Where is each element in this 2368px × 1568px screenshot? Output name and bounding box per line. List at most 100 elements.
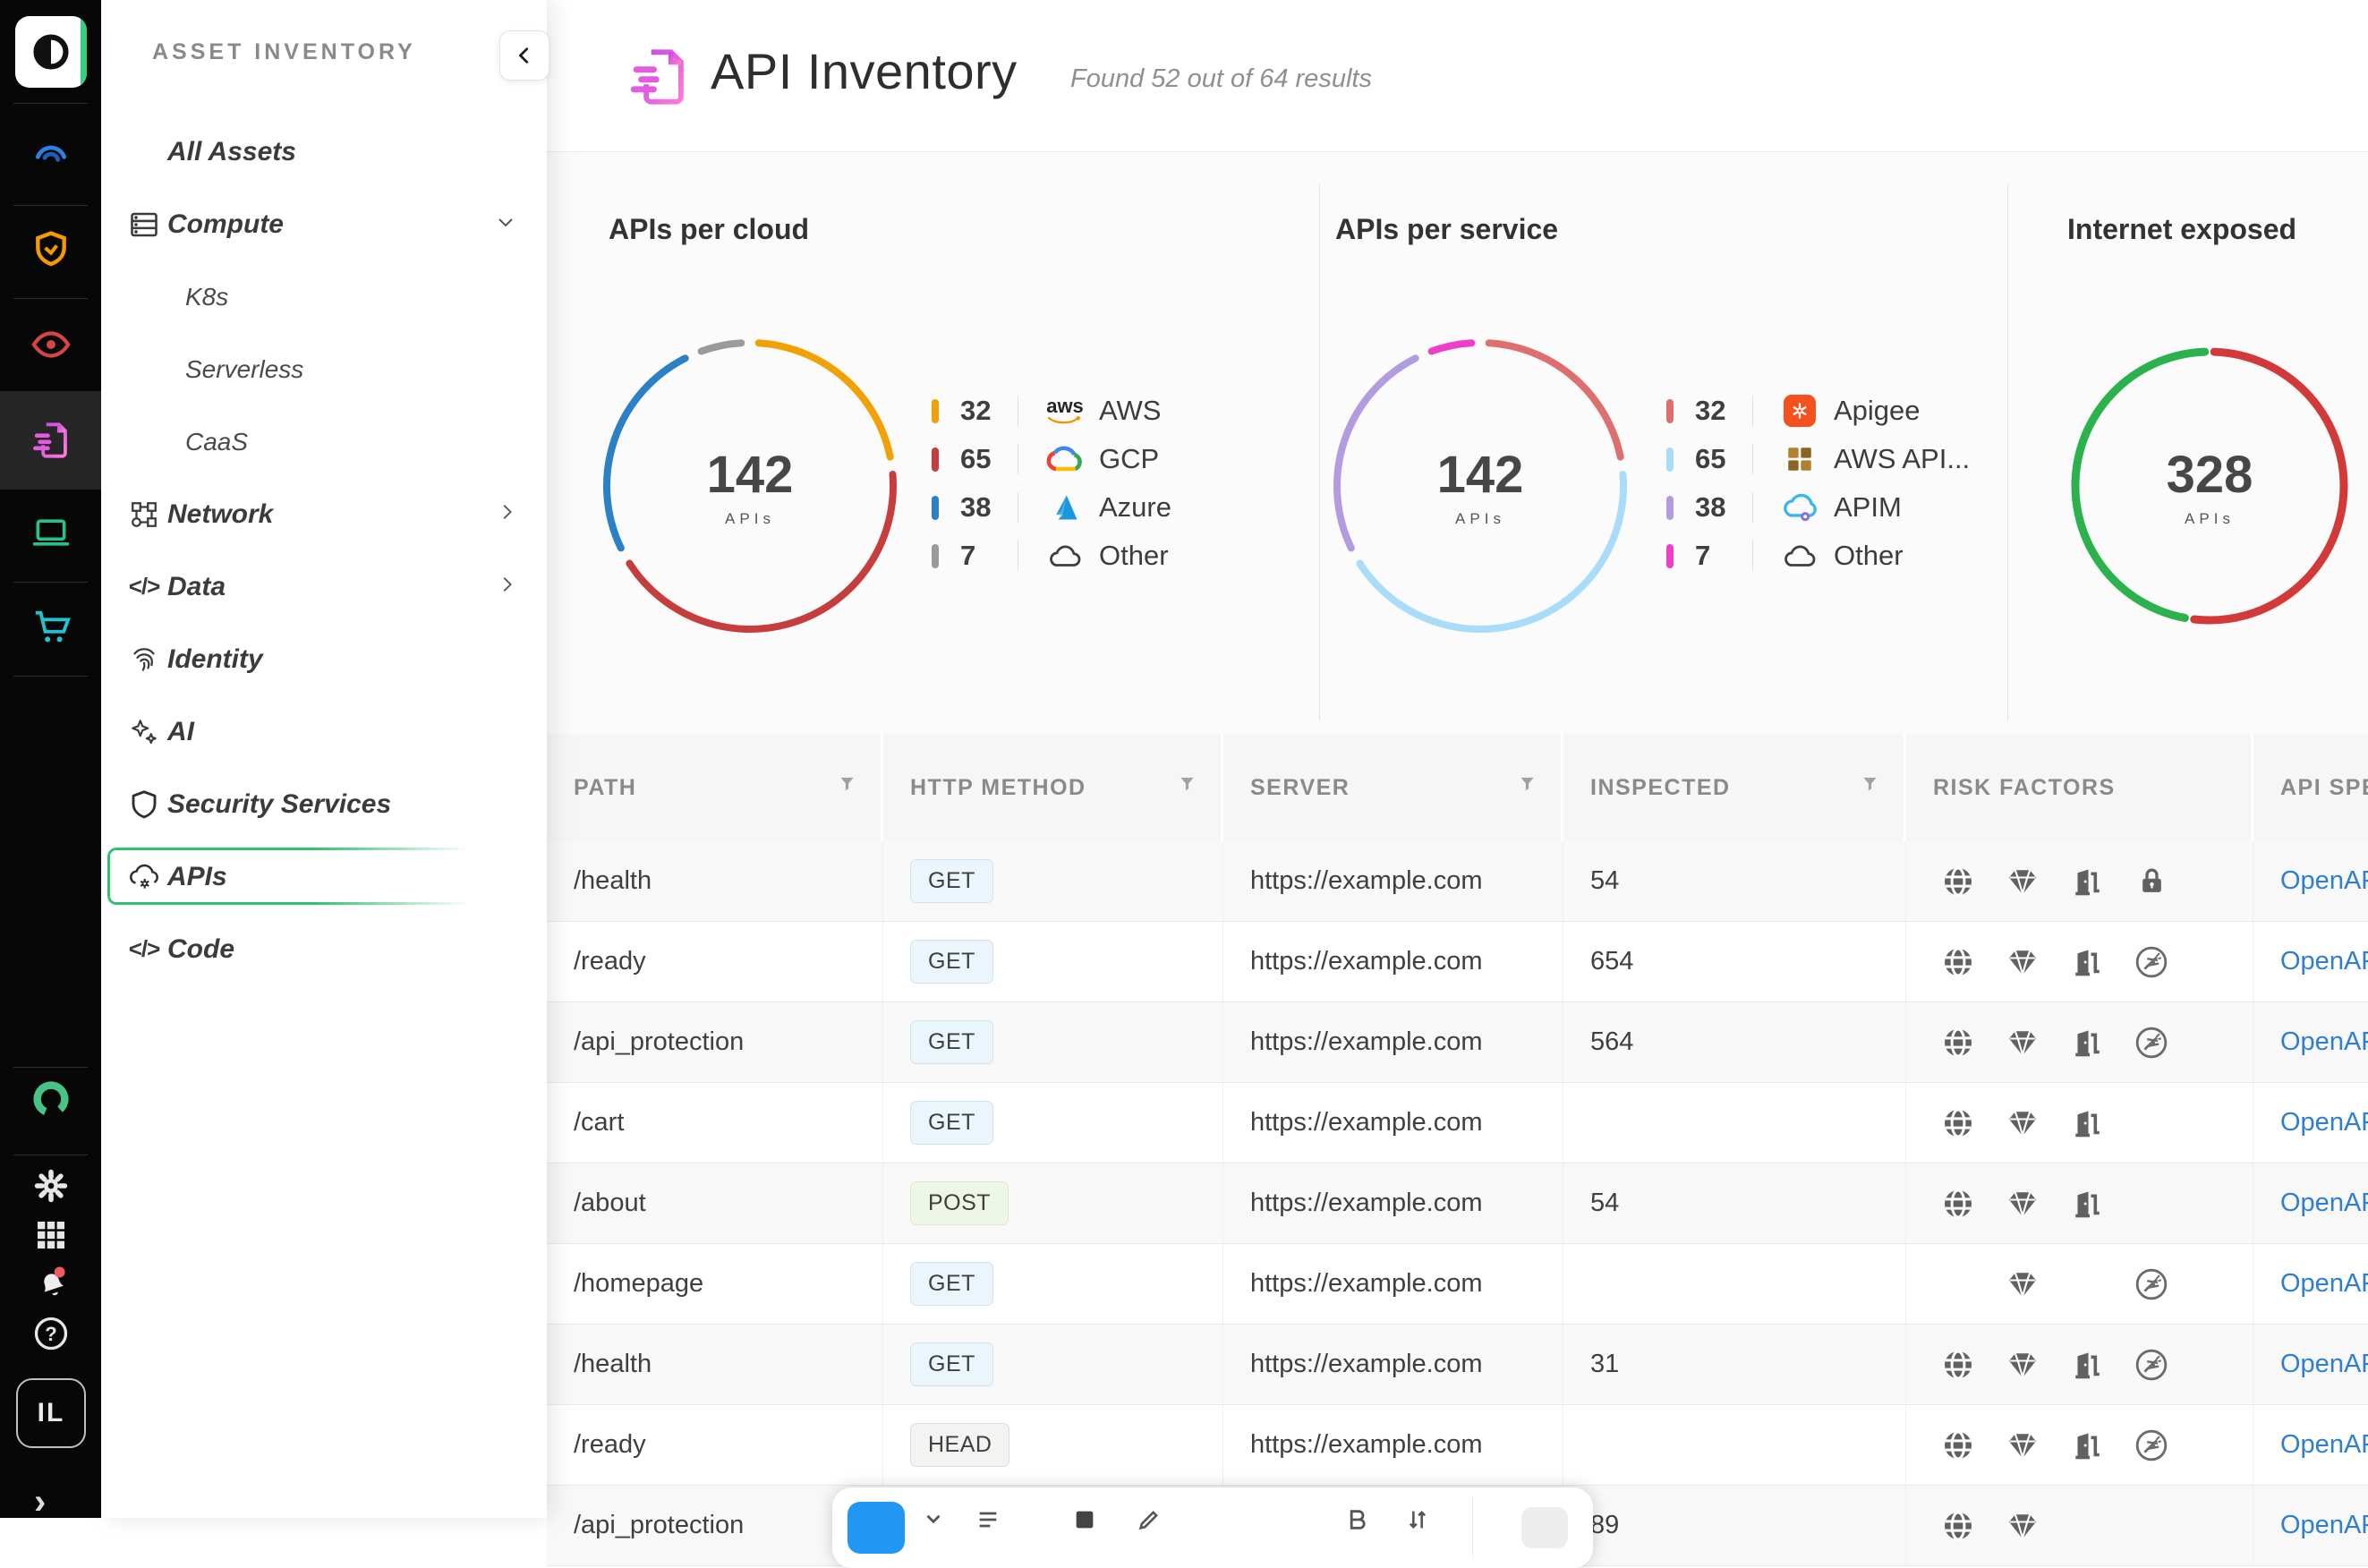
table-row[interactable]: /healthGEThttps://example.com54OpenAP [547,841,2368,922]
ring-green-icon [30,1078,72,1120]
cell-inspected [1563,1083,1906,1163]
list-icon[interactable] [975,1507,1001,1537]
sidebar-item-compute[interactable]: Compute [101,188,547,260]
bold-icon[interactable] [1344,1507,1369,1537]
http-method-badge: GET [910,1342,993,1386]
sidebar-item-caas[interactable]: CaaS [101,405,547,478]
api-spec-link[interactable]: OpenAP [2280,1108,2368,1138]
edit-icon[interactable] [1137,1507,1162,1537]
api-spec-link[interactable]: OpenAP [2280,1027,2368,1057]
table-row[interactable]: /aboutPOSThttps://example.com54OpenAP [547,1163,2368,1244]
legend-label: Azure [1099,491,1171,524]
sidebar-item-data[interactable]: </>Data [101,550,547,623]
door-risk-icon [2055,1107,2119,1139]
sparkles-icon [125,717,163,747]
aws-icon: aws [1042,396,1088,426]
gem-risk-icon [1990,1510,2055,1542]
table-row[interactable]: /healthGEThttps://example.com31OpenAP [547,1325,2368,1405]
api-spec-link[interactable]: OpenAP [2280,947,2368,976]
sidebar-item-code[interactable]: </>Code [101,913,547,985]
sidebar-item-network[interactable]: Network [101,478,547,550]
table-row[interactable]: /readyHEADhttps://example.comOpenAP [547,1405,2368,1486]
chevron-right-icon[interactable] [497,502,516,526]
cell-api-spec: OpenAP [2253,1244,2368,1324]
apim-icon [1776,491,1823,524]
eye-red-icon [30,324,72,365]
network-icon [125,499,163,530]
sidebar-item-ai[interactable]: AI [101,695,547,768]
rail-item-shield[interactable] [0,213,101,285]
rail-item-rainbow-arc[interactable] [0,115,101,186]
gem-risk-icon [1990,946,2055,978]
legend-color-chip [1666,447,1674,472]
api-spec-link[interactable]: OpenAP [2280,1430,2368,1460]
sidebar-item-security-services[interactable]: Security Services [101,768,547,840]
rail-item-help[interactable]: ? [0,1298,101,1369]
api-spec-link[interactable]: OpenAP [2280,866,2368,896]
legend-label: AWS API... [1834,443,1970,475]
bell-icon [32,1263,70,1300]
table-row[interactable]: /cartGEThttps://example.comOpenAP [547,1083,2368,1163]
cell-method: GET [883,1083,1223,1163]
api-spec-link[interactable]: OpenAP [2280,1350,2368,1379]
filter-funnel-icon[interactable] [837,774,857,801]
rail-item-laptop[interactable] [0,497,101,568]
table-row[interactable]: /api_protectionGEThttps://example.com564… [547,1002,2368,1083]
avatar[interactable]: IL [16,1378,86,1448]
column-header-label: API SPE [2280,775,2368,801]
api-spec-link[interactable]: OpenAP [2280,1189,2368,1218]
sidebar-item-apis[interactable]: APIs [101,840,547,913]
legend-label: Apigee [1834,395,1921,427]
sidebar-item-k8s[interactable]: K8s [101,260,547,333]
sidebar-item-identity[interactable]: Identity [101,623,547,695]
api-spec-link[interactable]: OpenAP [2280,1511,2368,1540]
api-spec-link[interactable]: OpenAP [2280,1269,2368,1299]
legend-item: 38Azure [932,483,1171,532]
chart-title: APIs per service [1335,213,1558,246]
sidebar-collapse-button[interactable] [499,30,549,81]
cloud-gear-icon [125,862,163,892]
legend-label: AWS [1099,395,1161,427]
toolbar-toggle[interactable] [1521,1507,1568,1548]
chart-panel-internet-exposed: Internet exposed328APIs [2007,152,2368,734]
chart-panel-apis-per-cloud: APIs per cloud142APIs32awsAWS65GCP38Azur… [547,152,1319,734]
chevron-right-icon[interactable] [497,575,516,599]
legend-label: GCP [1099,443,1159,475]
sidebar-nav: All AssetsCompute K8s ServerlessCaaSNetwor… [101,115,547,985]
toolbar-primary-button[interactable] [848,1502,905,1554]
cell-risk-factors [1906,1325,2253,1404]
rail-item-ring[interactable] [0,1063,101,1135]
filter-funnel-icon[interactable] [1177,774,1197,801]
cell-path: /ready [547,922,883,1001]
server-icon [125,209,163,241]
table-row[interactable]: /readyGEThttps://example.com654OpenAP [547,922,2368,1002]
orca-logo[interactable] [15,16,87,88]
sidebar-item-serverless[interactable]: Serverless [101,333,547,405]
sidebar-item-all-assets[interactable]: All Assets [101,115,547,188]
filter-funnel-icon[interactable] [1517,774,1537,801]
shield-icon [125,788,163,821]
cell-server: https://example.com [1223,1083,1563,1163]
rail-item-cart[interactable] [0,591,101,662]
square-icon[interactable] [1072,1507,1097,1537]
filter-funnel-icon[interactable] [1860,774,1880,801]
gem-risk-icon [1990,1429,2055,1461]
legend-item: 32awsAWS [932,387,1171,435]
cart-cyan-icon [30,606,72,647]
table-row[interactable]: /homepageGEThttps://example.comOpenAP [547,1244,2368,1325]
chevron-down-icon[interactable] [495,211,516,237]
donut-chart: 142APIs [1319,325,1641,647]
rail-expand-chevron[interactable]: › [34,1482,46,1522]
rail-item-eye[interactable] [0,309,101,380]
caret-down-icon[interactable] [922,1507,945,1535]
chart-legend: 32awsAWS65GCP38Azure7Other [932,387,1171,580]
owasp-risk-icon [2119,945,2184,979]
http-method-badge: GET [910,1020,993,1064]
results-count: Found 52 out of 64 results [1070,64,1372,94]
cell-risk-factors [1906,1083,2253,1163]
fingerprint-icon [125,643,163,676]
sort-icon[interactable] [1405,1507,1430,1537]
cell-risk-factors [1906,922,2253,1001]
rail-item-api-inventory[interactable] [0,405,101,476]
sidebar-item-label: K8s [185,283,228,311]
